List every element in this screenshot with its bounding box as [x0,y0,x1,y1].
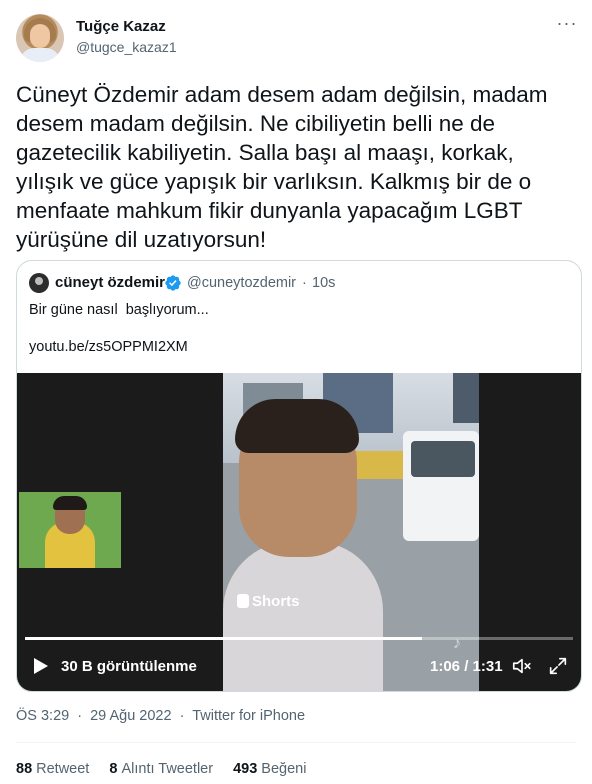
quoted-link[interactable]: youtu.be/zs5OPPMI2XM [29,339,188,355]
video-player[interactable]: Shorts ♪ 30 B görüntülenme 1:06 / 1:31 [17,373,581,691]
author-handle[interactable]: @tugce_kazaz1 [76,39,177,55]
likes-stat[interactable]: 493 Beğeni [233,761,306,777]
video-progress-bar[interactable] [25,637,573,640]
more-options-icon[interactable]: ··· [556,14,578,38]
meta-dot: · [77,708,83,724]
quoted-tweet[interactable]: cüneyt özdemir @cuneytozdemir · 10s Bir … [16,260,582,692]
tweet-stats: 88 Retweet 8 Alıntı Tweetler 493 Beğeni [16,761,322,777]
tweet-source[interactable]: Twitter for iPhone [192,708,305,724]
author-avatar[interactable] [16,14,64,62]
quote-tweets-stat[interactable]: 8 Alıntı Tweetler [109,761,213,777]
shorts-watermark: Shorts [237,593,300,610]
meta-dot: · [179,708,185,724]
separator-dot: · [302,275,307,291]
quoted-time: 10s [312,275,336,291]
verified-badge-icon [165,275,181,291]
volume-muted-icon[interactable] [511,655,533,677]
tweet-date[interactable]: 29 Ağu 2022 [90,708,171,724]
quoted-handle: @cuneytozdemir [187,275,297,291]
quoted-text: Bir güne nasıl başlıyorum... [29,302,209,318]
tweet-time[interactable]: ÖS 3:29 [16,708,69,724]
view-count: 30 B görüntülenme [61,658,197,675]
tweet-meta: ÖS 3:29 · 29 Ağu 2022 · Twitter for iPho… [16,708,309,724]
video-time: 1:06 / 1:31 [430,658,503,675]
video-frame: Shorts [223,373,479,691]
divider [16,742,576,743]
play-icon[interactable] [33,657,49,675]
video-side-thumbnail [19,492,121,568]
retweets-stat[interactable]: 88 Retweet [16,761,89,777]
video-progress-fill [25,637,423,640]
author-display-name[interactable]: Tuğçe Kazaz [76,18,166,35]
fullscreen-icon[interactable] [547,655,569,677]
quoted-author-avatar [29,273,49,293]
tweet-text: Cüneyt Özdemir adam desem adam değilsin,… [16,82,548,252]
quoted-display-name: cüneyt özdemir [55,274,166,291]
tweet-header: Tuğçe Kazaz @tugce_kazaz1 ··· [16,14,582,66]
